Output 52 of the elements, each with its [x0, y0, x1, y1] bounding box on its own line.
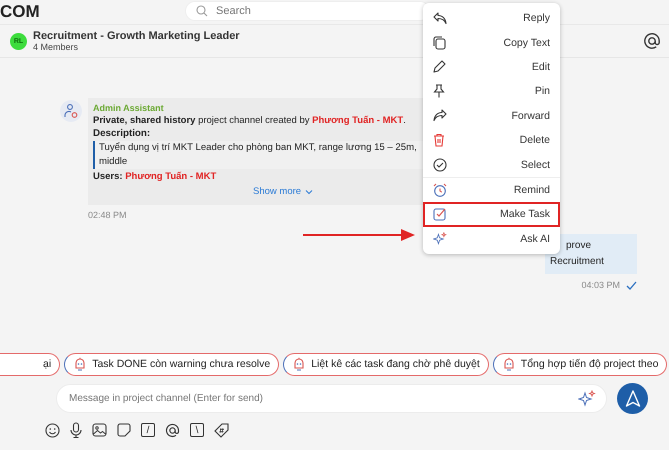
send-button[interactable] — [617, 383, 648, 414]
search-input[interactable]: Search — [214, 4, 398, 18]
menu-item[interactable]: Make Task — [423, 202, 560, 227]
menu-item[interactable]: Pin — [423, 79, 560, 104]
sparkle-icon — [433, 232, 447, 246]
bot-avatar — [60, 100, 82, 122]
description-label: Description: — [93, 128, 150, 139]
bot-icon — [73, 357, 88, 371]
message-time: 04:03 PM — [581, 280, 620, 290]
chevron-icon — [305, 188, 314, 194]
suggestion-chip[interactable]: Tổng hợp tiến độ project theo — [492, 352, 668, 376]
trash-icon — [433, 133, 445, 148]
menu-item[interactable]: Remind — [423, 178, 560, 202]
channel-title: Recruitment - Growth Marketing Leader — [33, 30, 240, 42]
sparkle-icon[interactable] — [578, 390, 596, 408]
message-text-input[interactable]: Message in project channel (Enter for send) — [67, 392, 578, 405]
message-input[interactable]: Message in project channel (Enter for send) — [56, 384, 607, 413]
send-icon — [624, 390, 640, 408]
key-button[interactable]: \ — [190, 423, 204, 437]
brand-name: COM — [0, 2, 40, 22]
reply-icon — [433, 12, 447, 25]
sender-name: Admin Assistant — [93, 103, 164, 113]
message-text: Private, shared history project channel created by Phương Tuấn - MKT. — [93, 115, 406, 126]
alarm-clock-icon — [433, 182, 447, 197]
suggestion-chip[interactable]: ại — [0, 352, 60, 376]
bot-icon — [502, 357, 516, 371]
mention-icon[interactable] — [643, 32, 661, 50]
menu-item[interactable]: Edit — [423, 54, 560, 80]
microphone-icon[interactable] — [70, 422, 82, 438]
message-time: 02:48 PM — [88, 210, 127, 220]
show-more-link[interactable]: Show more — [253, 184, 314, 199]
check-circle-icon — [433, 158, 447, 172]
task-checkbox-icon — [433, 207, 447, 222]
pin-icon — [433, 84, 445, 98]
emoji-icon[interactable] — [45, 422, 60, 438]
sticker-icon[interactable] — [117, 423, 131, 437]
image-icon[interactable] — [92, 423, 107, 437]
mention-icon[interactable] — [165, 422, 180, 438]
copy-icon — [433, 36, 446, 50]
member-count: 4 Members — [33, 42, 78, 52]
menu-item[interactable]: Ask AI — [423, 226, 560, 251]
users-text: Users: Phương Tuấn - MKT — [93, 171, 216, 182]
suggestion-chip[interactable]: Liệt kê các task đang chờ phê duyệt — [283, 352, 489, 376]
suggestion-chip[interactable]: Task DONE còn warning chưa resolve — [64, 352, 280, 376]
menu-item[interactable]: Forward — [423, 104, 560, 128]
search-icon — [196, 5, 208, 17]
tag-icon[interactable] — [214, 422, 229, 438]
menu-item[interactable]: Copy Text — [423, 30, 560, 55]
forward-icon — [433, 109, 447, 122]
key-button[interactable]: / — [141, 423, 155, 437]
bot-icon — [292, 357, 306, 371]
pencil-icon — [433, 60, 446, 74]
